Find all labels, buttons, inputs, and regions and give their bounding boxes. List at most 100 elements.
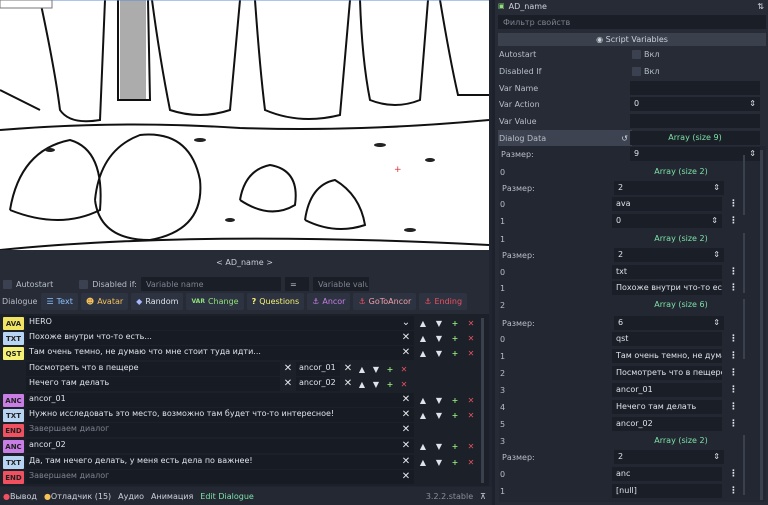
value[interactable]: anc (612, 467, 722, 481)
add-icon[interactable]: + (449, 393, 461, 407)
ancor-button[interactable]: ⚓ Ancor (307, 293, 351, 310)
move-down-icon[interactable]: ▼ (433, 408, 445, 422)
chevron-down-icon[interactable]: ⌄ (400, 316, 412, 330)
move-up-icon[interactable]: ▲ (417, 455, 429, 469)
spin-icon[interactable]: ⇕ (713, 183, 720, 193)
move-up-icon[interactable]: ▲ (356, 377, 368, 391)
move-down-icon[interactable]: ▼ (433, 393, 445, 407)
delete-icon[interactable]: ✕ (465, 393, 477, 407)
close-icon[interactable]: ✕ (400, 439, 412, 453)
variable-name-input[interactable]: Variable name (140, 277, 281, 291)
move-up-icon[interactable]: ▲ (417, 316, 429, 330)
delete-icon[interactable]: ✕ (398, 362, 410, 376)
row-text[interactable]: ancor_01 (26, 393, 414, 407)
move-up-icon[interactable]: ▲ (417, 331, 429, 345)
spin-icon[interactable]: ⇕ (749, 149, 756, 159)
value[interactable]: Нечего там делать (612, 400, 722, 414)
delete-icon[interactable]: ✕ (465, 455, 477, 469)
spin-icon[interactable]: ⇕ (711, 216, 718, 226)
row-text[interactable]: HERO (26, 316, 414, 330)
spin-icon[interactable]: ⇕ (713, 452, 720, 462)
disabled-prop-checkbox[interactable] (632, 66, 641, 76)
size-spin[interactable]: 2 ⇕ (614, 248, 724, 262)
move-up-icon[interactable]: ▲ (417, 346, 429, 360)
move-down-icon[interactable]: ▼ (433, 346, 445, 360)
var-name-field[interactable] (630, 81, 760, 95)
inner-scrollbar[interactable] (743, 155, 745, 215)
move-up-icon[interactable]: ▲ (356, 362, 368, 376)
move-down-icon[interactable]: ▼ (433, 331, 445, 345)
add-icon[interactable]: + (449, 439, 461, 453)
audio-tab[interactable]: Аудио (118, 492, 144, 501)
variable-value-input[interactable]: Variable valu (312, 277, 369, 291)
add-icon[interactable]: + (449, 455, 461, 469)
delete-icon[interactable]: ✕ (465, 331, 477, 345)
debugger-tab[interactable]: ●Отладчик (15) (44, 492, 111, 501)
move-down-icon[interactable]: ▼ (370, 362, 382, 376)
close-icon[interactable]: ✕ (400, 423, 412, 437)
value[interactable]: [null] (612, 484, 722, 498)
qst-array[interactable]: Array (size 6) (612, 298, 750, 312)
var-action-spinbox[interactable]: 0 ⇕ (630, 97, 760, 111)
answer-anchor-1[interactable]: ancor_01 (296, 362, 340, 376)
close-icon[interactable]: ✕ (400, 470, 412, 484)
delete-icon[interactable]: ✕ (465, 346, 477, 360)
more-icon[interactable]: ⋮ (729, 267, 738, 277)
close-icon[interactable]: ✕ (342, 377, 354, 391)
value[interactable]: txt (612, 265, 722, 279)
delete-icon[interactable]: ✕ (465, 316, 477, 330)
avatar-button[interactable]: ☻ Avatar (80, 293, 129, 310)
add-icon[interactable]: + (449, 331, 461, 345)
answer-anchor-2[interactable]: ancor_02 (296, 377, 340, 391)
add-icon[interactable]: + (449, 408, 461, 422)
inner-scrollbar[interactable] (743, 233, 745, 293)
txt-array[interactable]: Array (size 2) (612, 232, 750, 246)
autostart-checkbox[interactable] (3, 279, 12, 289)
animation-tab[interactable]: Анимация (151, 492, 193, 501)
anc-array[interactable]: Array (size 2) (612, 434, 750, 448)
output-tab[interactable]: ●Вывод (3, 492, 37, 501)
ava-array[interactable]: Array (size 2) (612, 165, 750, 179)
row-text[interactable]: Там очень темно, не думаю что мне стоит … (26, 346, 414, 360)
more-icon[interactable]: ⋮ (729, 216, 738, 226)
add-icon[interactable]: + (384, 362, 396, 376)
value[interactable]: Похоже внутри что-то есть (612, 281, 722, 295)
size-spin[interactable]: 2 ⇕ (614, 450, 724, 464)
scene-viewport[interactable]: + (0, 0, 489, 250)
more-icon[interactable]: ⋮ (729, 334, 738, 344)
move-down-icon[interactable]: ▼ (433, 439, 445, 453)
value-spin[interactable]: 0 ⇕ (612, 214, 722, 228)
value[interactable]: qst (612, 332, 722, 346)
spin-icon[interactable]: ⇕ (713, 250, 720, 260)
value[interactable]: ancor_02 (612, 417, 722, 431)
row-text[interactable]: Да, там нечего делать, у меня есть дела … (26, 455, 414, 469)
change-button[interactable]: VAR Change (186, 293, 244, 310)
close-icon[interactable]: ✕ (282, 362, 294, 376)
spin-icon[interactable]: ⇕ (713, 318, 720, 328)
more-icon[interactable]: ⋮ (729, 283, 738, 293)
list-scrollbar[interactable] (481, 318, 484, 483)
script-variables-section[interactable]: ◉ Script Variables (498, 33, 766, 46)
operator-select[interactable]: = (284, 277, 309, 291)
text-button[interactable]: ☰ Text (41, 293, 78, 310)
more-icon[interactable]: ⋮ (729, 469, 738, 479)
move-down-icon[interactable]: ▼ (433, 316, 445, 330)
close-icon[interactable]: ✕ (400, 393, 412, 407)
more-icon[interactable]: ⋮ (729, 368, 738, 378)
more-icon[interactable]: ⋮ (729, 419, 738, 429)
close-icon[interactable]: ✕ (400, 408, 412, 422)
edit-dialogue-tab[interactable]: Edit Dialogue (200, 492, 254, 501)
close-icon[interactable]: ✕ (400, 455, 412, 469)
questions-button[interactable]: ? Questions (246, 293, 305, 310)
more-icon[interactable]: ⋮ (729, 351, 738, 361)
answer-text-1[interactable]: Посмотреть что в пещере (26, 362, 280, 376)
add-icon[interactable]: + (384, 377, 396, 391)
close-icon[interactable]: ✕ (400, 346, 412, 360)
close-icon[interactable]: ✕ (400, 331, 412, 345)
move-down-icon[interactable]: ▼ (370, 377, 382, 391)
delete-icon[interactable]: ✕ (465, 408, 477, 422)
ending-button[interactable]: ⚓ Ending (419, 293, 468, 310)
disabled-checkbox[interactable] (79, 279, 89, 289)
row-text[interactable]: Завершаем диалог (26, 423, 414, 437)
property-filter-input[interactable]: Фильтр свойств (498, 15, 766, 29)
